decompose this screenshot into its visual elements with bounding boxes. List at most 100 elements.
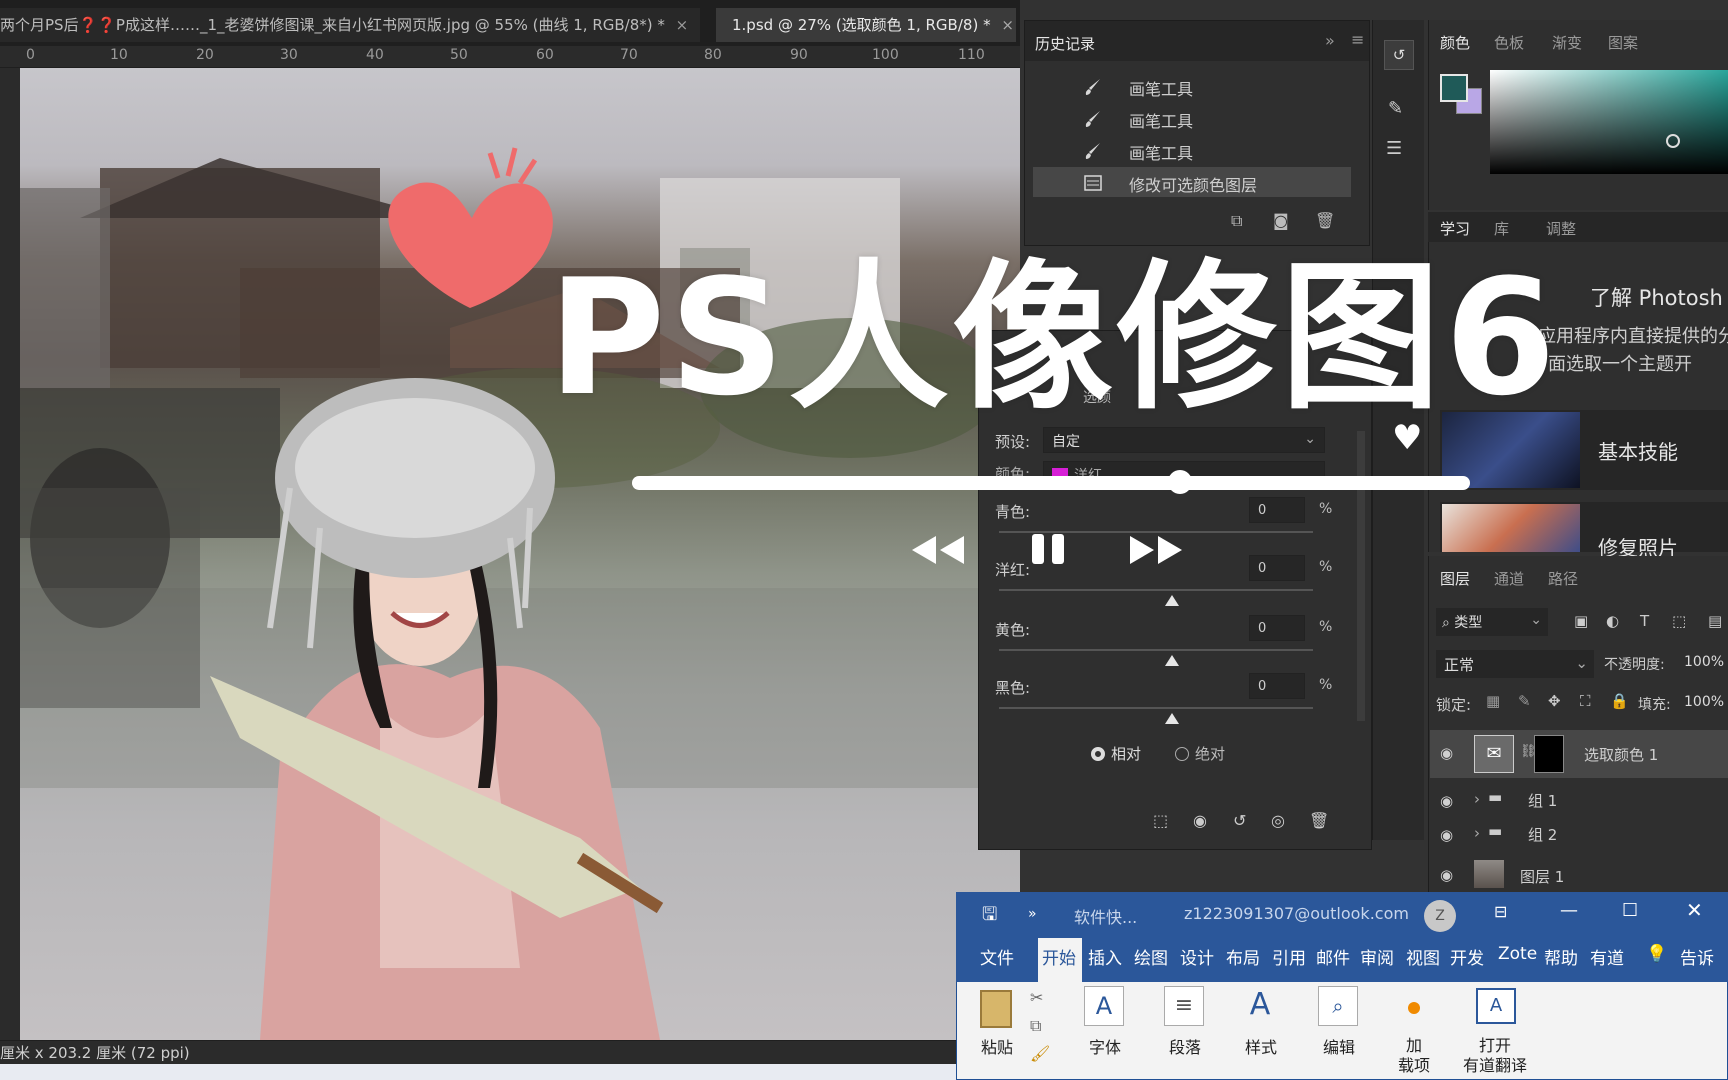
youdao-translate-button[interactable]: A 打开 有道翻译 bbox=[1450, 982, 1540, 1080]
foreground-color-swatch[interactable] bbox=[1440, 74, 1468, 102]
lock-transparent-icon[interactable]: ▦ bbox=[1486, 692, 1500, 710]
tab-tell-me[interactable]: 告诉 bbox=[1680, 944, 1714, 969]
tab-paths[interactable]: 路径 bbox=[1548, 568, 1578, 589]
black-slider-thumb[interactable] bbox=[1165, 713, 1179, 724]
clip-to-layer-icon[interactable]: ⬚ bbox=[1153, 811, 1168, 830]
format-painter-icon[interactable]: 🖌 bbox=[1030, 1044, 1050, 1063]
black-value-input[interactable]: 0 bbox=[1249, 673, 1305, 699]
color-field[interactable] bbox=[1490, 70, 1728, 174]
tab-mailings[interactable]: 邮件 bbox=[1316, 944, 1350, 969]
quick-access-more-icon[interactable]: » bbox=[1028, 906, 1037, 922]
new-document-from-state-icon[interactable]: ⧉ bbox=[1231, 211, 1242, 231]
tab-youdao[interactable]: 有道 bbox=[1590, 944, 1624, 969]
yellow-slider[interactable] bbox=[999, 649, 1313, 651]
opacity-input[interactable]: 100% bbox=[1684, 654, 1724, 670]
editing-button[interactable]: ⌕ 编辑 bbox=[1304, 982, 1374, 1080]
history-item[interactable]: 画笔工具 bbox=[1033, 103, 1351, 133]
layer-row-group[interactable]: ◉ › ▬ 组 1 bbox=[1430, 782, 1728, 818]
pause-icon[interactable] bbox=[1030, 532, 1068, 570]
magenta-slider-thumb[interactable] bbox=[1165, 595, 1179, 606]
cut-icon[interactable]: ✂ bbox=[1030, 988, 1043, 1007]
lock-artboard-icon[interactable]: ⛶ bbox=[1580, 692, 1591, 710]
history-panel-icon[interactable]: ↺ bbox=[1384, 40, 1414, 70]
tab-view[interactable]: 视图 bbox=[1406, 944, 1440, 969]
filter-type-icon[interactable]: T bbox=[1640, 612, 1649, 630]
panel-menu-icon[interactable]: ≡ bbox=[1351, 30, 1364, 49]
tab-references[interactable]: 引用 bbox=[1272, 944, 1306, 969]
account-email[interactable]: z1223091307@outlook.com bbox=[1184, 904, 1409, 923]
lightbulb-icon[interactable]: 💡 bbox=[1646, 944, 1667, 964]
tab-adjustments[interactable]: 调整 bbox=[1546, 218, 1576, 239]
eye-icon[interactable]: ◉ bbox=[1440, 826, 1453, 844]
fast-forward-icon[interactable] bbox=[1128, 534, 1184, 570]
adjust-panel-icon[interactable]: ☰ bbox=[1386, 138, 1402, 159]
tab-layers[interactable]: 图层 bbox=[1440, 568, 1470, 589]
history-item[interactable]: 画笔工具 bbox=[1033, 71, 1351, 101]
ribbon-display-options-icon[interactable]: ⊟ bbox=[1494, 902, 1507, 921]
tab-developer[interactable]: 开发 bbox=[1450, 944, 1484, 969]
paragraph-button[interactable]: ≡ 段落 bbox=[1150, 982, 1220, 1080]
chevron-right-icon[interactable]: › bbox=[1474, 790, 1480, 808]
yellow-value-input[interactable]: 0 bbox=[1249, 615, 1305, 641]
maximize-icon[interactable]: ☐ bbox=[1622, 900, 1638, 921]
reset-icon[interactable]: ↺ bbox=[1233, 811, 1246, 830]
lock-move-icon[interactable]: ✥ bbox=[1548, 692, 1561, 710]
paste-button[interactable]: 粘贴 bbox=[972, 982, 1022, 1080]
chevron-right-icon[interactable]: › bbox=[1474, 824, 1480, 842]
filter-pixel-icon[interactable]: ▣ bbox=[1574, 612, 1588, 630]
video-progress-thumb[interactable] bbox=[1168, 470, 1192, 494]
color-picker-circle[interactable] bbox=[1666, 134, 1680, 148]
tab-file[interactable]: 文件 bbox=[980, 944, 1014, 969]
cyan-value-input[interactable]: 0 bbox=[1249, 497, 1305, 523]
eye-icon[interactable]: ◉ bbox=[1440, 866, 1453, 884]
lock-paint-icon[interactable]: ✎ bbox=[1518, 692, 1531, 710]
visibility-icon[interactable]: ◎ bbox=[1271, 811, 1285, 830]
minimize-icon[interactable]: — bbox=[1560, 900, 1578, 921]
document-tab-jpg[interactable]: 两个月PS后❓❓P成这样……_1_老婆饼修图课_来自小红书网页版.jpg @ 5… bbox=[0, 8, 700, 42]
layer-row[interactable]: ◉ 图层 1 bbox=[1430, 856, 1728, 892]
trash-icon[interactable]: 🗑 bbox=[1315, 211, 1335, 230]
tab-libraries[interactable]: 库 bbox=[1494, 218, 1509, 239]
history-panel-title[interactable]: 历史记录 bbox=[1035, 33, 1095, 54]
document-canvas[interactable] bbox=[20, 68, 1020, 1040]
history-item[interactable]: 画笔工具 bbox=[1033, 135, 1351, 165]
blend-mode-dropdown[interactable]: 正常 ⌄ bbox=[1436, 650, 1594, 678]
learn-card-repair-photos[interactable]: 修复照片 bbox=[1440, 502, 1728, 560]
filter-smart-object-icon[interactable]: ▤ bbox=[1708, 612, 1722, 630]
tab-review[interactable]: 审阅 bbox=[1360, 944, 1394, 969]
addins-button[interactable]: 加载项 bbox=[1384, 982, 1444, 1080]
layer-mask-thumbnail[interactable] bbox=[1534, 735, 1564, 773]
layer-row-group[interactable]: ◉ › ▬ 组 2 bbox=[1430, 816, 1728, 852]
history-item-selected[interactable]: 修改可选颜色图层 bbox=[1033, 167, 1351, 197]
tab-home[interactable]: 开始 bbox=[1042, 944, 1076, 969]
tab-insert[interactable]: 插入 bbox=[1088, 944, 1122, 969]
video-progress-bar[interactable] bbox=[632, 476, 1470, 490]
properties-scrollbar[interactable] bbox=[1357, 431, 1365, 721]
view-previous-icon[interactable]: ◉ bbox=[1193, 811, 1207, 830]
tab-learn[interactable]: 学习 bbox=[1440, 218, 1470, 239]
document-size-info[interactable]: 厘米 x 203.2 厘米 (72 ppi) bbox=[0, 1042, 190, 1063]
tab-color[interactable]: 颜色 bbox=[1440, 32, 1470, 53]
font-button[interactable]: A 字体 bbox=[1070, 982, 1140, 1080]
tab-channels[interactable]: 通道 bbox=[1494, 568, 1524, 589]
lock-all-icon[interactable]: 🔒 bbox=[1610, 692, 1629, 710]
yellow-slider-thumb[interactable] bbox=[1165, 655, 1179, 666]
fill-input[interactable]: 100% bbox=[1684, 694, 1724, 710]
tab-swatches[interactable]: 色板 bbox=[1494, 32, 1524, 53]
magenta-slider[interactable] bbox=[999, 589, 1313, 591]
close-icon[interactable]: × bbox=[676, 16, 689, 34]
absolute-radio[interactable]: 绝对 bbox=[1175, 743, 1225, 764]
trash-icon[interactable]: 🗑 bbox=[1309, 811, 1329, 830]
collapse-icon[interactable]: » bbox=[1325, 31, 1335, 50]
close-icon[interactable]: ✕ bbox=[1686, 898, 1703, 922]
tab-design[interactable]: 设计 bbox=[1180, 944, 1214, 969]
camera-icon[interactable]: ◙ bbox=[1273, 211, 1289, 230]
layer-filter-dropdown[interactable]: ⌕ 类型 ⌄ bbox=[1436, 608, 1548, 636]
eye-icon[interactable]: ◉ bbox=[1440, 792, 1453, 810]
layer-row-selected[interactable]: ◉ ✉ ⛓ 选取颜色 1 bbox=[1430, 730, 1728, 778]
tab-draw[interactable]: 绘图 bbox=[1134, 944, 1168, 969]
tab-zotero[interactable]: Zote bbox=[1498, 944, 1537, 964]
avatar[interactable]: Z bbox=[1424, 900, 1456, 932]
tab-layout[interactable]: 布局 bbox=[1226, 944, 1260, 969]
document-tab-psd[interactable]: 1.psd @ 27% (选取颜色 1, RGB/8) * × bbox=[716, 8, 1016, 42]
